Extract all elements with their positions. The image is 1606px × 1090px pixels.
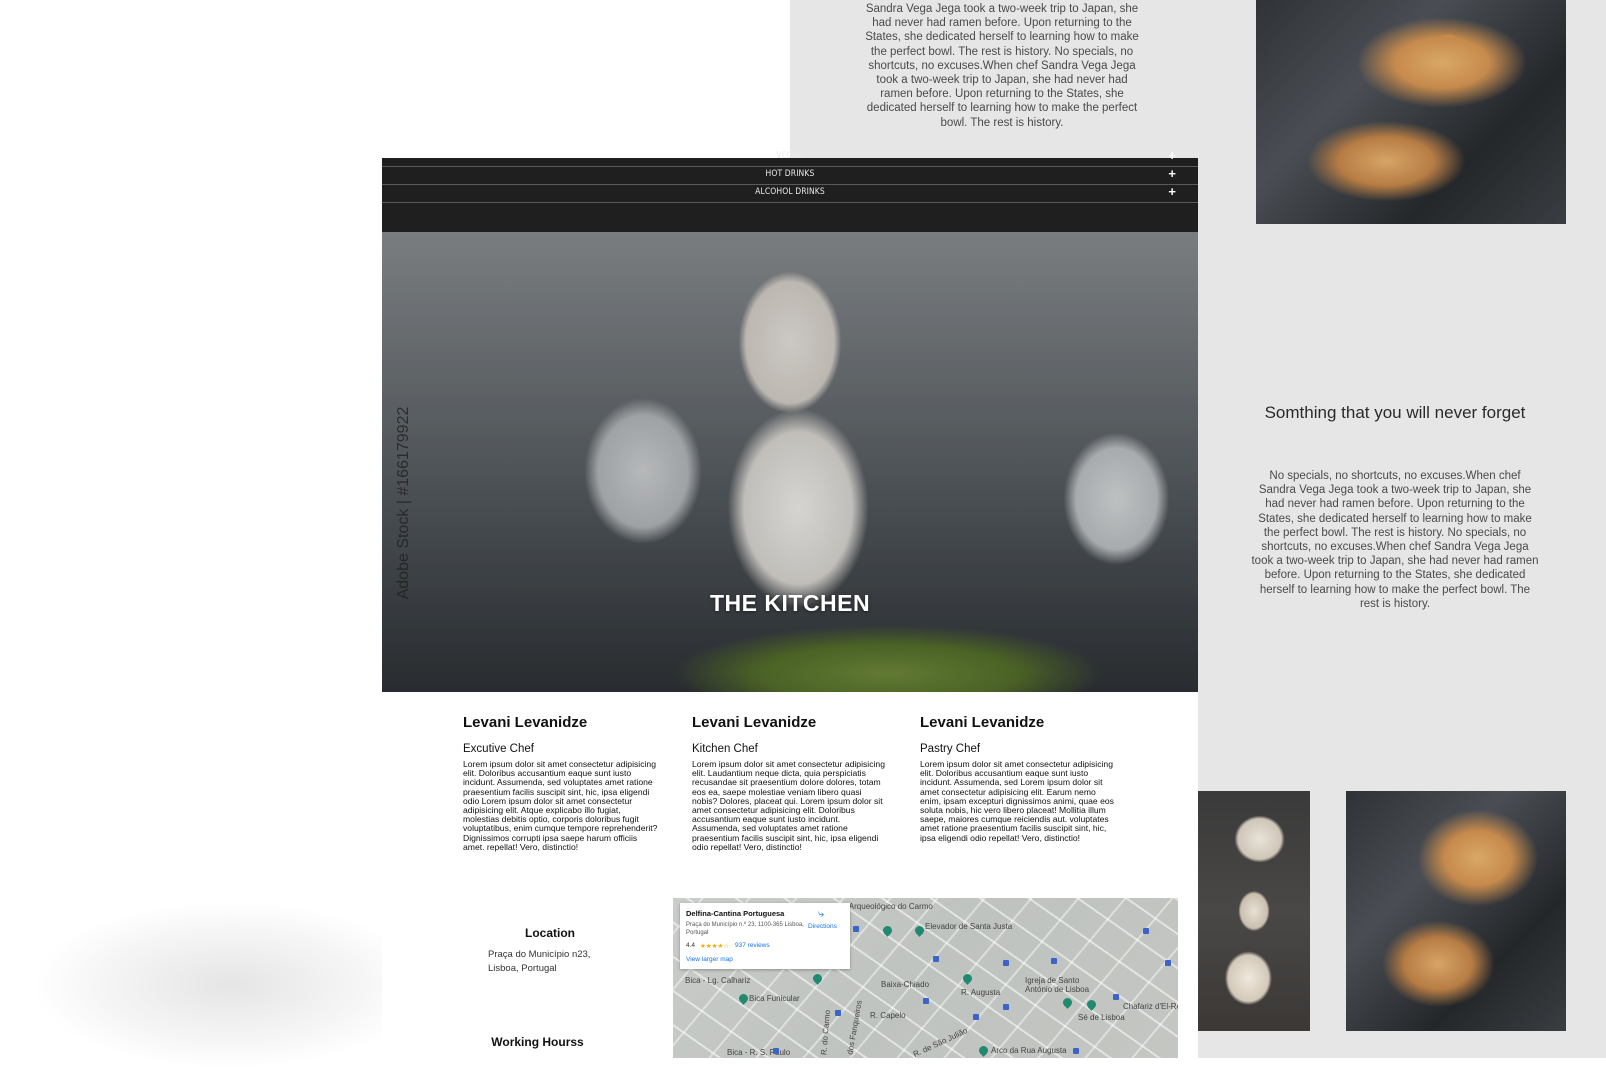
- map-poi-pin[interactable]: [977, 1044, 990, 1057]
- chef-card: Levani Levanidze Excutive Chef Lorem ips…: [463, 714, 659, 852]
- view-larger-map-link[interactable]: View larger map: [686, 956, 733, 963]
- map-poi-pin[interactable]: [1061, 996, 1074, 1009]
- chef-role: Kitchen Chef: [692, 743, 758, 755]
- menu-item-hot-drinks[interactable]: HOT DRINKS +: [382, 166, 1198, 185]
- map-transit-stop[interactable]: [1003, 960, 1009, 966]
- map-poi-pin[interactable]: [1085, 998, 1098, 1011]
- map-place-address: Praça do Município n.º 23, 1100-365 Lisb…: [686, 922, 804, 936]
- directions-link[interactable]: Directions: [808, 923, 837, 930]
- map-transit-stop[interactable]: [1073, 1048, 1079, 1054]
- address-line: Lisboa, Portugal: [488, 963, 557, 974]
- map-transit-stop[interactable]: [973, 1014, 979, 1020]
- menu-item-label: ALCOHOL DRINKS: [755, 187, 825, 197]
- map-transit-stop[interactable]: [773, 1048, 779, 1054]
- chef-role: Excutive Chef: [463, 743, 534, 755]
- hero-overlay: [382, 232, 1198, 692]
- chef-card: Levani Levanidze Kitchen Chef Lorem ipsu…: [692, 714, 888, 852]
- map-poi-pin[interactable]: [881, 924, 894, 937]
- khachapuri-photo-bottom: [1346, 791, 1566, 1031]
- map-reviews-link[interactable]: 937 reviews: [735, 942, 770, 949]
- menu-item-alcohol-drinks[interactable]: ALCOHOL DRINKS +: [382, 184, 1198, 203]
- background-shadow: [30, 900, 430, 1070]
- story-text-top: Sandra Vega Jega took a two-week trip to…: [865, 3, 1139, 129]
- map-transit-stop[interactable]: [1165, 960, 1171, 966]
- map-label: Sé de Lisboa: [1078, 1013, 1125, 1022]
- map-transit-stop[interactable]: [923, 998, 929, 1004]
- menu-item-label: VEGAN: [776, 151, 804, 161]
- chef-name: Levani Levanidze: [463, 714, 588, 731]
- chef-name: Levani Levanidze: [920, 714, 1045, 731]
- plus-icon[interactable]: +: [1168, 148, 1176, 163]
- chef-bio: Lorem ipsum dolor sit amet consectetur a…: [463, 759, 658, 852]
- drinks-menu-accordion: VEGAN + HOT DRINKS + ALCOHOL DRINKS +: [382, 148, 1198, 232]
- map-label: R. de São Julião: [911, 1026, 969, 1058]
- chef-bio: Lorem ipsum dolor sit amet consectetur a…: [920, 759, 1114, 843]
- map-transit-stop[interactable]: [1143, 928, 1149, 934]
- plus-icon[interactable]: +: [1168, 184, 1176, 199]
- dumplings-photo: [1198, 791, 1310, 1031]
- map-poi-pin[interactable]: [913, 924, 926, 937]
- map-transit-stop[interactable]: [1051, 958, 1057, 964]
- map-label: R. do Carmo: [819, 1009, 833, 1056]
- map-transit-stop[interactable]: [853, 926, 859, 932]
- plus-icon[interactable]: +: [1168, 166, 1176, 181]
- map-label: Bica Funicular: [749, 994, 800, 1003]
- map-poi-pin[interactable]: [737, 992, 750, 1005]
- star-rating-icon: ★★★★☆: [700, 943, 730, 950]
- chef-role: Pastry Chef: [920, 743, 981, 755]
- map-label: R. Augusta: [961, 988, 1001, 997]
- menu-item-label: HOT DRINKS: [765, 169, 815, 179]
- menu-item-vegan[interactable]: VEGAN +: [382, 148, 1198, 167]
- hero-title: THE KITCHEN: [709, 590, 871, 616]
- chef-bio: Lorem ipsum dolor sit amet consectetur a…: [692, 759, 885, 852]
- map-label: Elevador de Santa Justa: [925, 922, 1013, 931]
- directions-icon[interactable]: ⤷: [818, 908, 824, 921]
- map-label: Chafariz d'El-Re: [1123, 1002, 1178, 1011]
- kitchen-hero-image: Adobe Stock | #166179922 THE KITCHEN: [382, 232, 1198, 692]
- map-transit-stop[interactable]: [1113, 994, 1119, 1000]
- map-label: Bica - Lg. Calhariz: [685, 976, 751, 985]
- chef-name: Levani Levanidze: [692, 714, 817, 731]
- map-label: Igreja de Santo António de Lisboa: [1025, 976, 1090, 994]
- map-transit-stop[interactable]: [933, 956, 939, 962]
- map-poi-pin[interactable]: [811, 972, 824, 985]
- map-label: R. Capelo: [870, 1011, 906, 1020]
- map-place-name: Delfina-Cantina Portuguesa: [686, 909, 785, 918]
- right-section-title: Somthing that you will never forget: [1264, 403, 1526, 422]
- working-hours-heading: Working Hourss: [491, 1035, 584, 1049]
- stock-watermark: Adobe Stock | #166179922: [395, 406, 412, 600]
- map-label: R. dos Fanqueiros: [843, 999, 864, 1058]
- right-section-text: No specials, no shortcuts, no excuses.Wh…: [1251, 470, 1539, 610]
- map-transit-stop[interactable]: [835, 1010, 841, 1016]
- chef-card: Levani Levanidze Pastry Chef Lorem ipsum…: [920, 714, 1116, 843]
- khachapuri-photo-top: [1256, 0, 1566, 224]
- map-transit-stop[interactable]: [1003, 1004, 1009, 1010]
- location-address: Praça do Município n23, Lisboa, Portugal: [488, 948, 618, 976]
- map-rating-value: 4.4: [686, 942, 696, 949]
- map-poi-pin[interactable]: [961, 972, 974, 985]
- map-place-card: Delfina-Cantina Portuguesa Praça do Muni…: [680, 903, 850, 969]
- location-heading: Location: [525, 926, 575, 940]
- map-label: Bica - R. S. Paulo: [727, 1048, 791, 1057]
- map-label: Baixa-Chiado: [881, 980, 930, 989]
- map-label: Arco da Rua Augusta: [991, 1046, 1067, 1055]
- address-line: Praça do Município n23,: [488, 949, 591, 960]
